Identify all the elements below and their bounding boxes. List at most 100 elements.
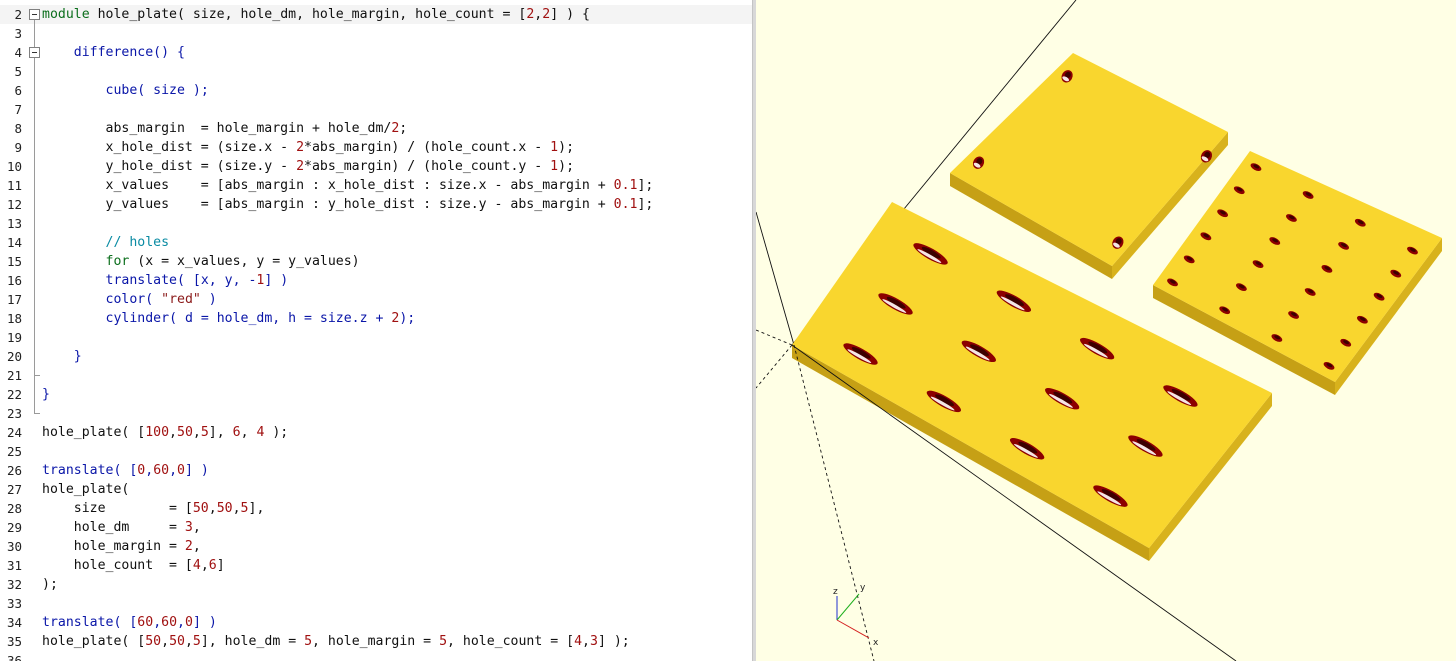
fold-margin (27, 632, 41, 651)
code-token: (x = x_values, y = y_values) (129, 254, 360, 269)
code-token: , (177, 615, 185, 630)
line-number: 24 (6, 425, 22, 440)
code-token: hole_margin = (42, 539, 185, 554)
code-text: size = [50,50,5], (42, 499, 265, 518)
code-token: ], (208, 425, 233, 440)
code-token: 0 (177, 463, 185, 478)
fold-margin (27, 480, 41, 499)
code-token: 50 (177, 425, 193, 440)
code-line[interactable]: 18 cylinder( d = hole_dm, h = size.z + 2… (0, 309, 752, 328)
line-number: 25 (6, 444, 22, 459)
code-token: *abs_margin) / (hole_count.y - (304, 159, 551, 174)
fold-margin (27, 556, 41, 575)
fold-toggle-icon[interactable] (27, 43, 41, 62)
code-line[interactable]: 23 (0, 404, 752, 423)
code-editor[interactable]: 2 module hole_plate( size, hole_dm, hole_… (0, 0, 752, 661)
code-line[interactable]: 29 hole_dm = 3, (0, 518, 752, 537)
line-number: 27 (6, 482, 22, 497)
code-token: color (105, 292, 146, 307)
code-token: 60 (153, 463, 170, 478)
fold-margin (27, 176, 41, 195)
code-line[interactable]: 17 color( "red" ) (0, 290, 752, 309)
code-token: 3 (184, 520, 193, 535)
fold-margin (27, 309, 41, 328)
code-line[interactable]: 24 hole_plate( [100,50,5], 6, 4 ); (0, 423, 752, 442)
openscad-window: 2 module hole_plate( size, hole_dm, hole_… (0, 0, 1456, 661)
code-line[interactable]: 26 translate( [0,60,0] ) (0, 461, 752, 480)
code-line[interactable]: 3 (0, 24, 752, 43)
code-line[interactable]: 25 (0, 442, 752, 461)
gizmo-y-label: y (860, 583, 866, 593)
code-line[interactable]: 15 for (x = x_values, y = y_values) (0, 252, 752, 271)
code-token: hole_dm = (42, 520, 185, 535)
code-line[interactable]: 14 // holes (0, 233, 752, 252)
code-line[interactable]: 33 (0, 594, 752, 613)
line-number: 13 (6, 216, 22, 231)
code-token: translate (105, 273, 177, 288)
fold-margin (27, 214, 41, 233)
code-token: ] ) (264, 273, 289, 288)
code-line[interactable]: 31 hole_count = [4,6] (0, 556, 752, 575)
fold-margin (27, 271, 41, 290)
code-line[interactable]: 10 y_hole_dist = (size.y - 2*abs_margin)… (0, 157, 752, 176)
code-token: ] (216, 558, 225, 573)
code-line[interactable]: 6 cube( size ); (0, 81, 752, 100)
fold-margin (27, 385, 41, 404)
code-token: , (232, 501, 241, 516)
code-line[interactable]: 8 abs_margin = hole_margin + hole_dm/2; (0, 119, 752, 138)
code-token: ( [x, y, - (177, 273, 257, 288)
code-token: 5 (240, 501, 249, 516)
code-line[interactable]: 9 x_hole_dist = (size.x - 2*abs_margin) … (0, 138, 752, 157)
code-line[interactable]: 28 size = [50,50,5], (0, 499, 752, 518)
code-text: x_hole_dist = (size.x - 2*abs_margin) / … (42, 138, 575, 157)
fold-margin (27, 81, 41, 100)
code-line[interactable]: 27 hole_plate( (0, 480, 752, 499)
code-line[interactable]: 36 (0, 651, 752, 661)
code-token: hole_plate( [ (42, 425, 146, 440)
line-number: 28 (6, 501, 22, 516)
code-line[interactable]: 19 (0, 328, 752, 347)
line-number: 16 (6, 273, 22, 288)
code-line[interactable]: 20 } (0, 347, 752, 366)
code-line[interactable]: 7 (0, 100, 752, 119)
code-line[interactable]: 13 (0, 214, 752, 233)
code-line[interactable]: 22} (0, 385, 752, 404)
code-token: , (145, 463, 154, 478)
code-line[interactable]: 2 module hole_plate( size, hole_dm, hole_… (0, 5, 752, 24)
code-token: 1 (550, 140, 559, 155)
code-token: module (42, 7, 90, 22)
code-line[interactable]: 30 hole_margin = 2, (0, 537, 752, 556)
code-token: *abs_margin) / (hole_count.x - (304, 140, 551, 155)
code-line[interactable]: 34 translate( [60,60,0] ) (0, 613, 752, 632)
fold-toggle-icon[interactable] (27, 5, 41, 24)
line-number: 8 (14, 121, 22, 136)
fold-margin (27, 594, 41, 613)
code-token: 5 (192, 634, 201, 649)
code-line[interactable]: 5 (0, 62, 752, 81)
code-token: ; (399, 121, 408, 136)
code-token: cylinder (105, 311, 170, 326)
code-token: , (240, 425, 257, 440)
code-line[interactable]: 12 y_values = [abs_margin : y_hole_dist … (0, 195, 752, 214)
code-line[interactable]: 4 difference() { (0, 43, 752, 62)
code-text: translate( [0,60,0] ) (42, 461, 209, 480)
editor-lines: 2 module hole_plate( size, hole_dm, hole_… (0, 5, 752, 661)
code-line[interactable]: 21 (0, 366, 752, 385)
code-line[interactable]: 16 translate( [x, y, -1] ) (0, 271, 752, 290)
code-text: x_values = [abs_margin : x_hole_dist : s… (42, 176, 654, 195)
fold-margin (27, 347, 41, 366)
code-line[interactable]: 11 x_values = [abs_margin : x_hole_dist … (0, 176, 752, 195)
code-line[interactable]: 35 hole_plate( [50,50,5], hole_dm = 5, ho… (0, 632, 752, 651)
3d-viewport[interactable]: x y z (756, 0, 1456, 661)
3d-scene[interactable]: x y z (756, 0, 1456, 661)
fold-margin (27, 518, 41, 537)
code-token: hole_plate( size, hole_dm, hole_margin, … (89, 7, 527, 22)
fold-margin (27, 442, 41, 461)
code-token: for (105, 254, 130, 269)
code-line[interactable]: 32); (0, 575, 752, 594)
code-token: , (161, 634, 170, 649)
code-token: ); (558, 159, 575, 174)
code-token: , (184, 634, 193, 649)
